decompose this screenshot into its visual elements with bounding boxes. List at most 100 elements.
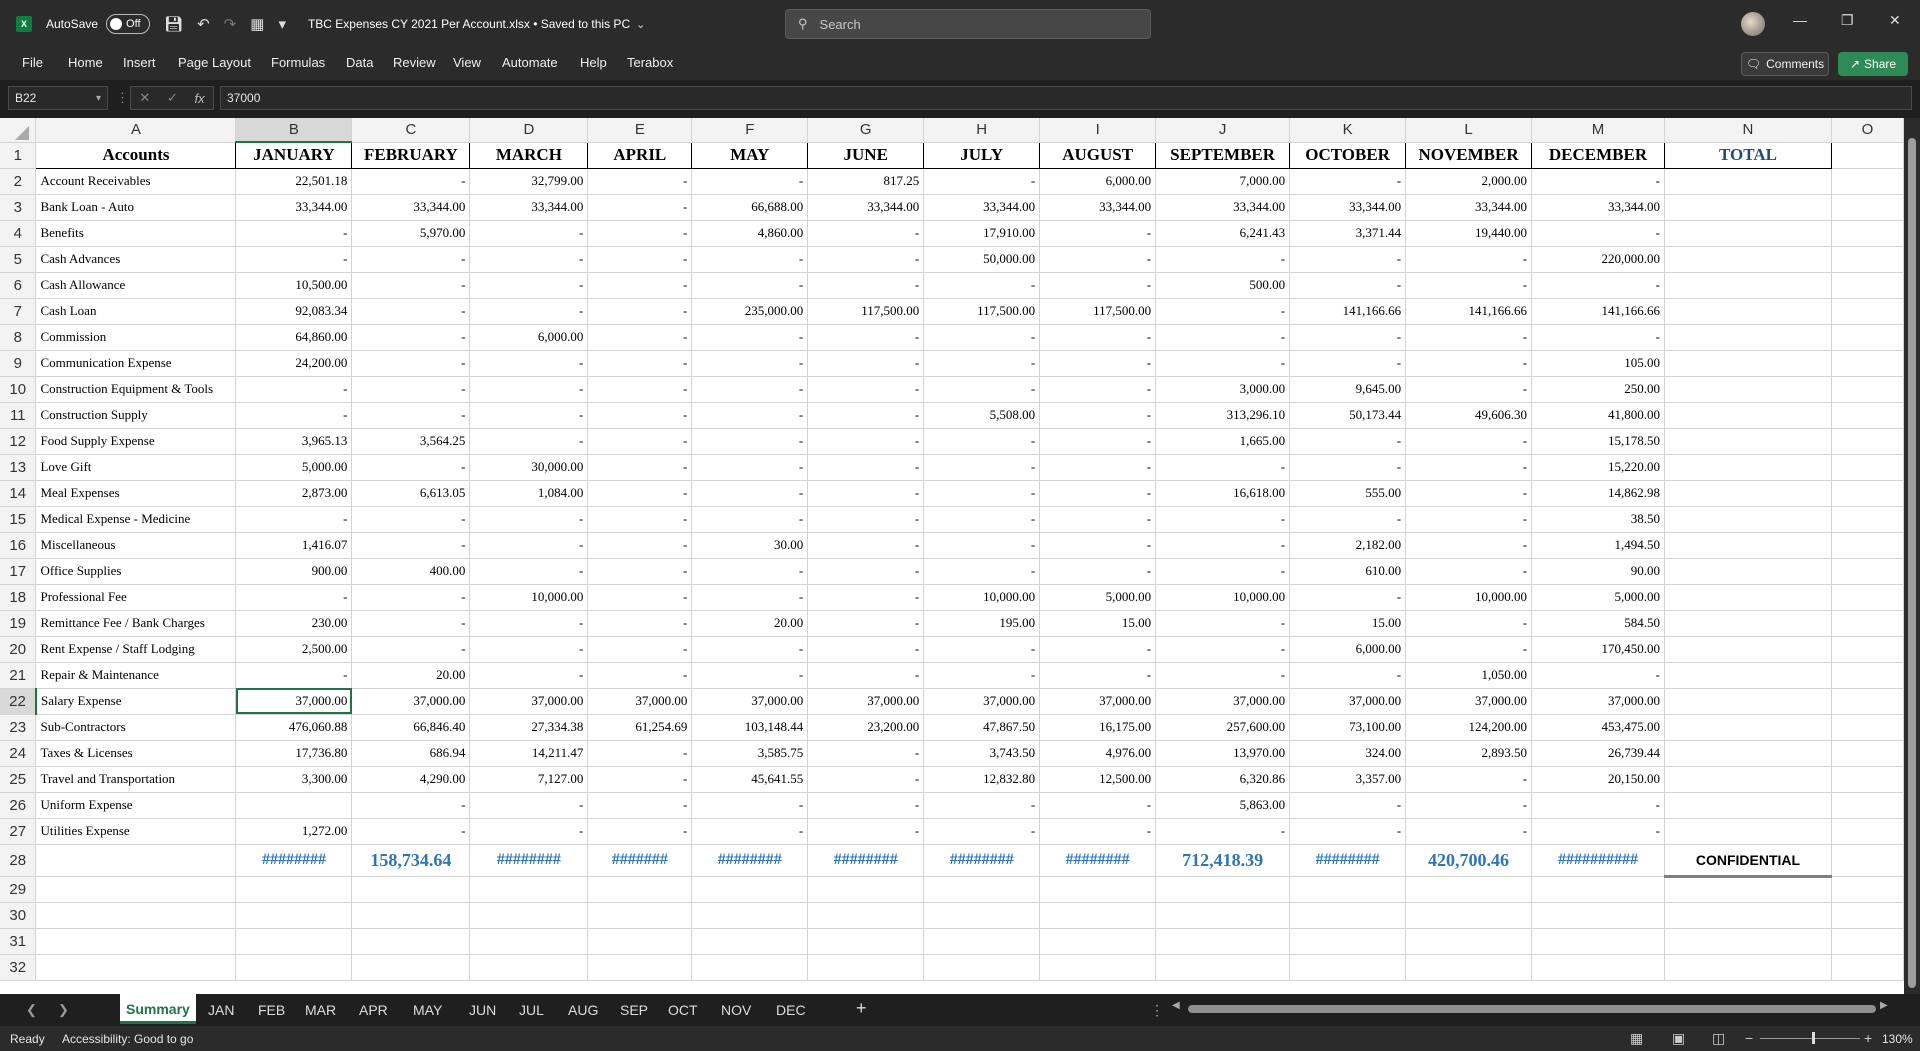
amount-cell[interactable]: -	[1039, 506, 1157, 533]
empty-cell[interactable]	[923, 928, 1041, 955]
total-cell[interactable]	[1664, 298, 1832, 325]
total-cell[interactable]	[1664, 350, 1832, 377]
amount-cell[interactable]: 5,000.00	[235, 454, 353, 481]
empty-cell[interactable]	[1289, 876, 1407, 903]
empty-cell[interactable]	[587, 928, 693, 955]
empty-cell[interactable]	[807, 876, 925, 903]
empty-cell[interactable]	[1831, 480, 1904, 507]
amount-cell[interactable]: -	[807, 636, 925, 663]
amount-cell[interactable]: -	[807, 376, 925, 403]
total-cell[interactable]	[1664, 662, 1832, 689]
amount-cell[interactable]: 195.00	[923, 610, 1041, 637]
amount-cell[interactable]: -	[807, 246, 925, 273]
row-header[interactable]: 19	[0, 610, 37, 637]
empty-cell[interactable]	[235, 928, 353, 955]
amount-cell[interactable]: 2,000.00	[1405, 168, 1533, 195]
amount-cell[interactable]: -	[587, 220, 693, 247]
amount-cell[interactable]: 15.00	[1289, 610, 1407, 637]
amount-cell[interactable]: -	[469, 246, 589, 273]
amount-cell[interactable]: -	[1289, 454, 1407, 481]
amount-cell[interactable]: -	[469, 506, 589, 533]
amount-cell[interactable]: 20,150.00	[1531, 766, 1665, 793]
account-name-cell[interactable]: Benefits	[35, 220, 237, 247]
h-scroll-thumb[interactable]	[1188, 1005, 1876, 1013]
total-cell[interactable]	[1664, 402, 1832, 429]
amount-cell[interactable]: -	[1155, 662, 1291, 689]
amount-cell[interactable]: 37,000.00	[235, 688, 353, 715]
total-cell[interactable]	[1664, 714, 1832, 741]
sheet-tab-dec[interactable]: DEC	[776, 1002, 806, 1018]
empty-cell[interactable]	[1831, 194, 1904, 221]
amount-cell[interactable]: -	[1039, 220, 1157, 247]
empty-cell[interactable]	[35, 928, 237, 955]
select-all-corner[interactable]	[0, 118, 37, 143]
amount-cell[interactable]: 400.00	[351, 558, 471, 585]
amount-cell[interactable]: -	[235, 584, 353, 611]
amount-cell[interactable]: -	[1289, 428, 1407, 455]
amount-cell[interactable]: 92,083.34	[235, 298, 353, 325]
amount-cell[interactable]: -	[469, 428, 589, 455]
account-name-cell[interactable]: Food Supply Expense	[35, 428, 237, 455]
amount-cell[interactable]: 3,300.00	[235, 766, 353, 793]
amount-cell[interactable]: 230.00	[235, 610, 353, 637]
amount-cell[interactable]: 1,665.00	[1155, 428, 1291, 455]
amount-cell[interactable]: 27,334.38	[469, 714, 589, 741]
amount-cell[interactable]: -	[807, 402, 925, 429]
amount-cell[interactable]: -	[1531, 168, 1665, 195]
amount-cell[interactable]: -	[351, 454, 471, 481]
amount-cell[interactable]: 50,000.00	[923, 246, 1041, 273]
sheet-tab-jan[interactable]: JAN	[208, 1002, 234, 1018]
amount-cell[interactable]: 37,000.00	[1039, 688, 1157, 715]
amount-cell[interactable]: -	[587, 272, 693, 299]
empty-cell[interactable]	[923, 902, 1041, 929]
amount-cell[interactable]: -	[1039, 636, 1157, 663]
empty-cell[interactable]	[35, 954, 237, 981]
amount-cell[interactable]: 26,739.44	[1531, 740, 1665, 767]
amount-cell[interactable]: -	[1289, 818, 1407, 845]
comments-button[interactable]: 🗨︎ Comments	[1741, 52, 1829, 76]
row-header[interactable]: 16	[0, 532, 37, 559]
amount-cell[interactable]: 22,501.18	[235, 168, 353, 195]
total-cell[interactable]	[1664, 584, 1832, 611]
amount-cell[interactable]: 37,000.00	[1289, 688, 1407, 715]
empty-cell[interactable]	[1664, 954, 1832, 981]
amount-cell[interactable]: 1,416.07	[235, 532, 353, 559]
empty-cell[interactable]	[1831, 558, 1904, 585]
amount-cell[interactable]: 2,873.00	[235, 480, 353, 507]
amount-cell[interactable]: 17,736.80	[235, 740, 353, 767]
amount-cell[interactable]: 6,000.00	[469, 324, 589, 351]
amount-cell[interactable]: 16,618.00	[1155, 480, 1291, 507]
amount-cell[interactable]: 117,500.00	[923, 298, 1041, 325]
amount-cell[interactable]: -	[351, 506, 471, 533]
month-total-cell[interactable]: 420,700.46	[1405, 844, 1533, 877]
empty-cell[interactable]	[1664, 876, 1832, 903]
empty-cell[interactable]	[1039, 876, 1157, 903]
sheet-tab-mar[interactable]: MAR	[305, 1002, 336, 1018]
amount-cell[interactable]: -	[1289, 792, 1407, 819]
amount-cell[interactable]: -	[807, 324, 925, 351]
amount-cell[interactable]: 9,645.00	[1289, 376, 1407, 403]
amount-cell[interactable]: -	[1039, 246, 1157, 273]
account-name-cell[interactable]: Commission	[35, 324, 237, 351]
zoom-out-icon[interactable]: −	[1745, 1030, 1753, 1046]
amount-cell[interactable]: 16,175.00	[1039, 714, 1157, 741]
row-header[interactable]: 30	[0, 902, 37, 929]
amount-cell[interactable]: 6,613.05	[351, 480, 471, 507]
amount-cell[interactable]: 37,000.00	[1155, 688, 1291, 715]
total-cell[interactable]	[1664, 532, 1832, 559]
amount-cell[interactable]: -	[587, 376, 693, 403]
amount-cell[interactable]: 4,290.00	[351, 766, 471, 793]
column-header-l[interactable]: L	[1405, 118, 1533, 143]
amount-cell[interactable]: -	[923, 324, 1041, 351]
sheet-tab-aug[interactable]: AUG	[568, 1002, 598, 1018]
row-header[interactable]: 23	[0, 714, 37, 741]
amount-cell[interactable]: -	[923, 376, 1041, 403]
account-name-cell[interactable]: Repair & Maintenance	[35, 662, 237, 689]
amount-cell[interactable]: 37,000.00	[1405, 688, 1533, 715]
empty-cell[interactable]	[587, 954, 693, 981]
zoom-slider[interactable]	[1760, 1038, 1860, 1039]
empty-cell[interactable]	[1531, 928, 1665, 955]
amount-cell[interactable]: 6,000.00	[1289, 636, 1407, 663]
formula-input[interactable]: 37000	[220, 86, 1912, 110]
amount-cell[interactable]: -	[691, 558, 809, 585]
